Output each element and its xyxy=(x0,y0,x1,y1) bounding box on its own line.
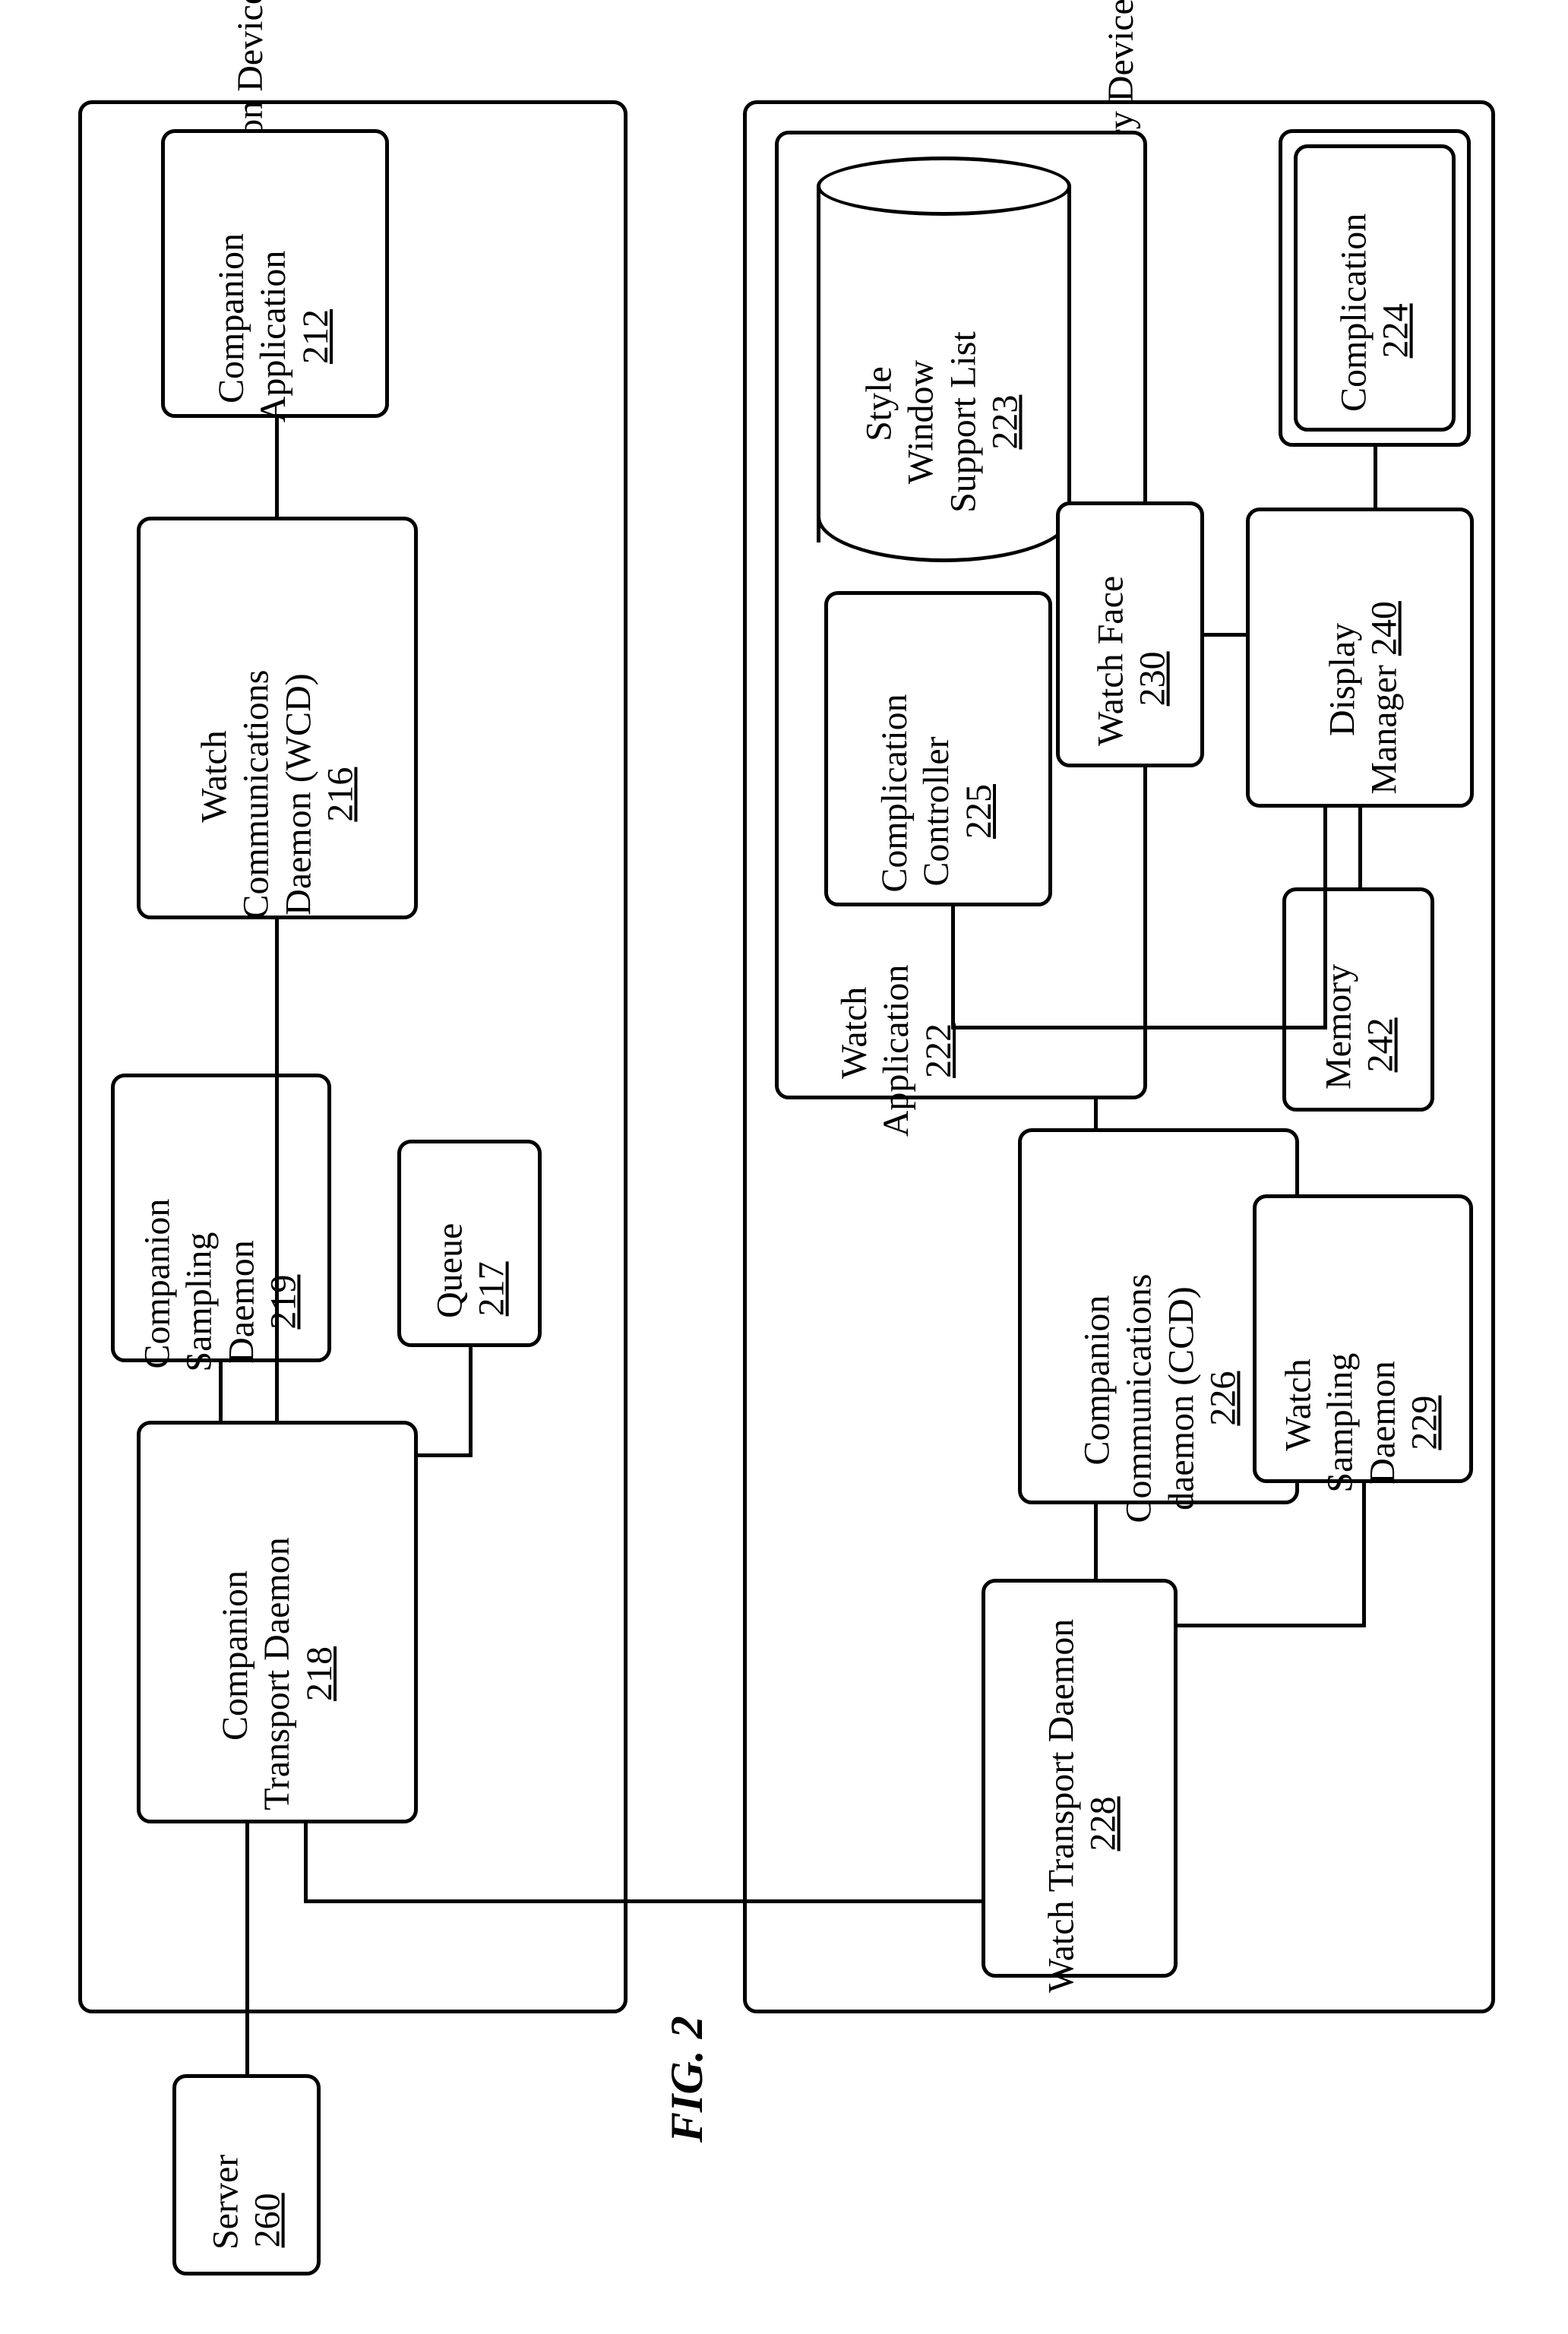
connector xyxy=(1178,1624,1366,1627)
connector xyxy=(1358,808,1362,887)
companion-transport-label: Companion Transport Daemon 218 xyxy=(172,1453,382,1894)
connector xyxy=(304,1899,982,1903)
connector xyxy=(1094,1099,1098,1128)
connector xyxy=(1374,447,1377,508)
connector xyxy=(951,906,955,1029)
server-label: Server 260 xyxy=(163,2106,331,2334)
companion-application-label: Companion Application 212 xyxy=(169,154,378,519)
watch-sampling-label: Watch Sampling Daemon 229 xyxy=(1235,1241,1487,1605)
connector xyxy=(1204,633,1246,637)
connector xyxy=(304,1823,308,1899)
style-list-label: Style Window Support List 223 xyxy=(816,240,1067,605)
connector xyxy=(951,1026,1327,1029)
connector xyxy=(469,1347,473,1457)
display-manager-label: Display Manager 240 xyxy=(1280,538,1448,857)
diagram-page: Companion Device 210 Companion Applicati… xyxy=(0,0,1568,2288)
connector xyxy=(1094,1504,1098,1579)
connector xyxy=(245,1823,249,2074)
connector xyxy=(275,919,279,1421)
watch-face-label: Watch Face 230 xyxy=(1048,527,1216,830)
connector xyxy=(1362,1483,1366,1627)
connector xyxy=(418,1453,473,1457)
complication-controller-label: Complication Controller 225 xyxy=(832,629,1042,994)
style-list-cylinder-top xyxy=(817,157,1071,216)
figure-caption: FIG. 2 xyxy=(661,2016,713,2143)
connector xyxy=(275,418,279,517)
watch-transport-label: Watch Transport Daemon 228 xyxy=(999,1596,1167,2051)
connector xyxy=(219,1362,223,1421)
companion-sampling-label: Companion Sampling Daemon 219 xyxy=(94,1120,346,1485)
connector xyxy=(1323,808,1327,1029)
memory-label: Memory 242 xyxy=(1276,916,1444,1174)
